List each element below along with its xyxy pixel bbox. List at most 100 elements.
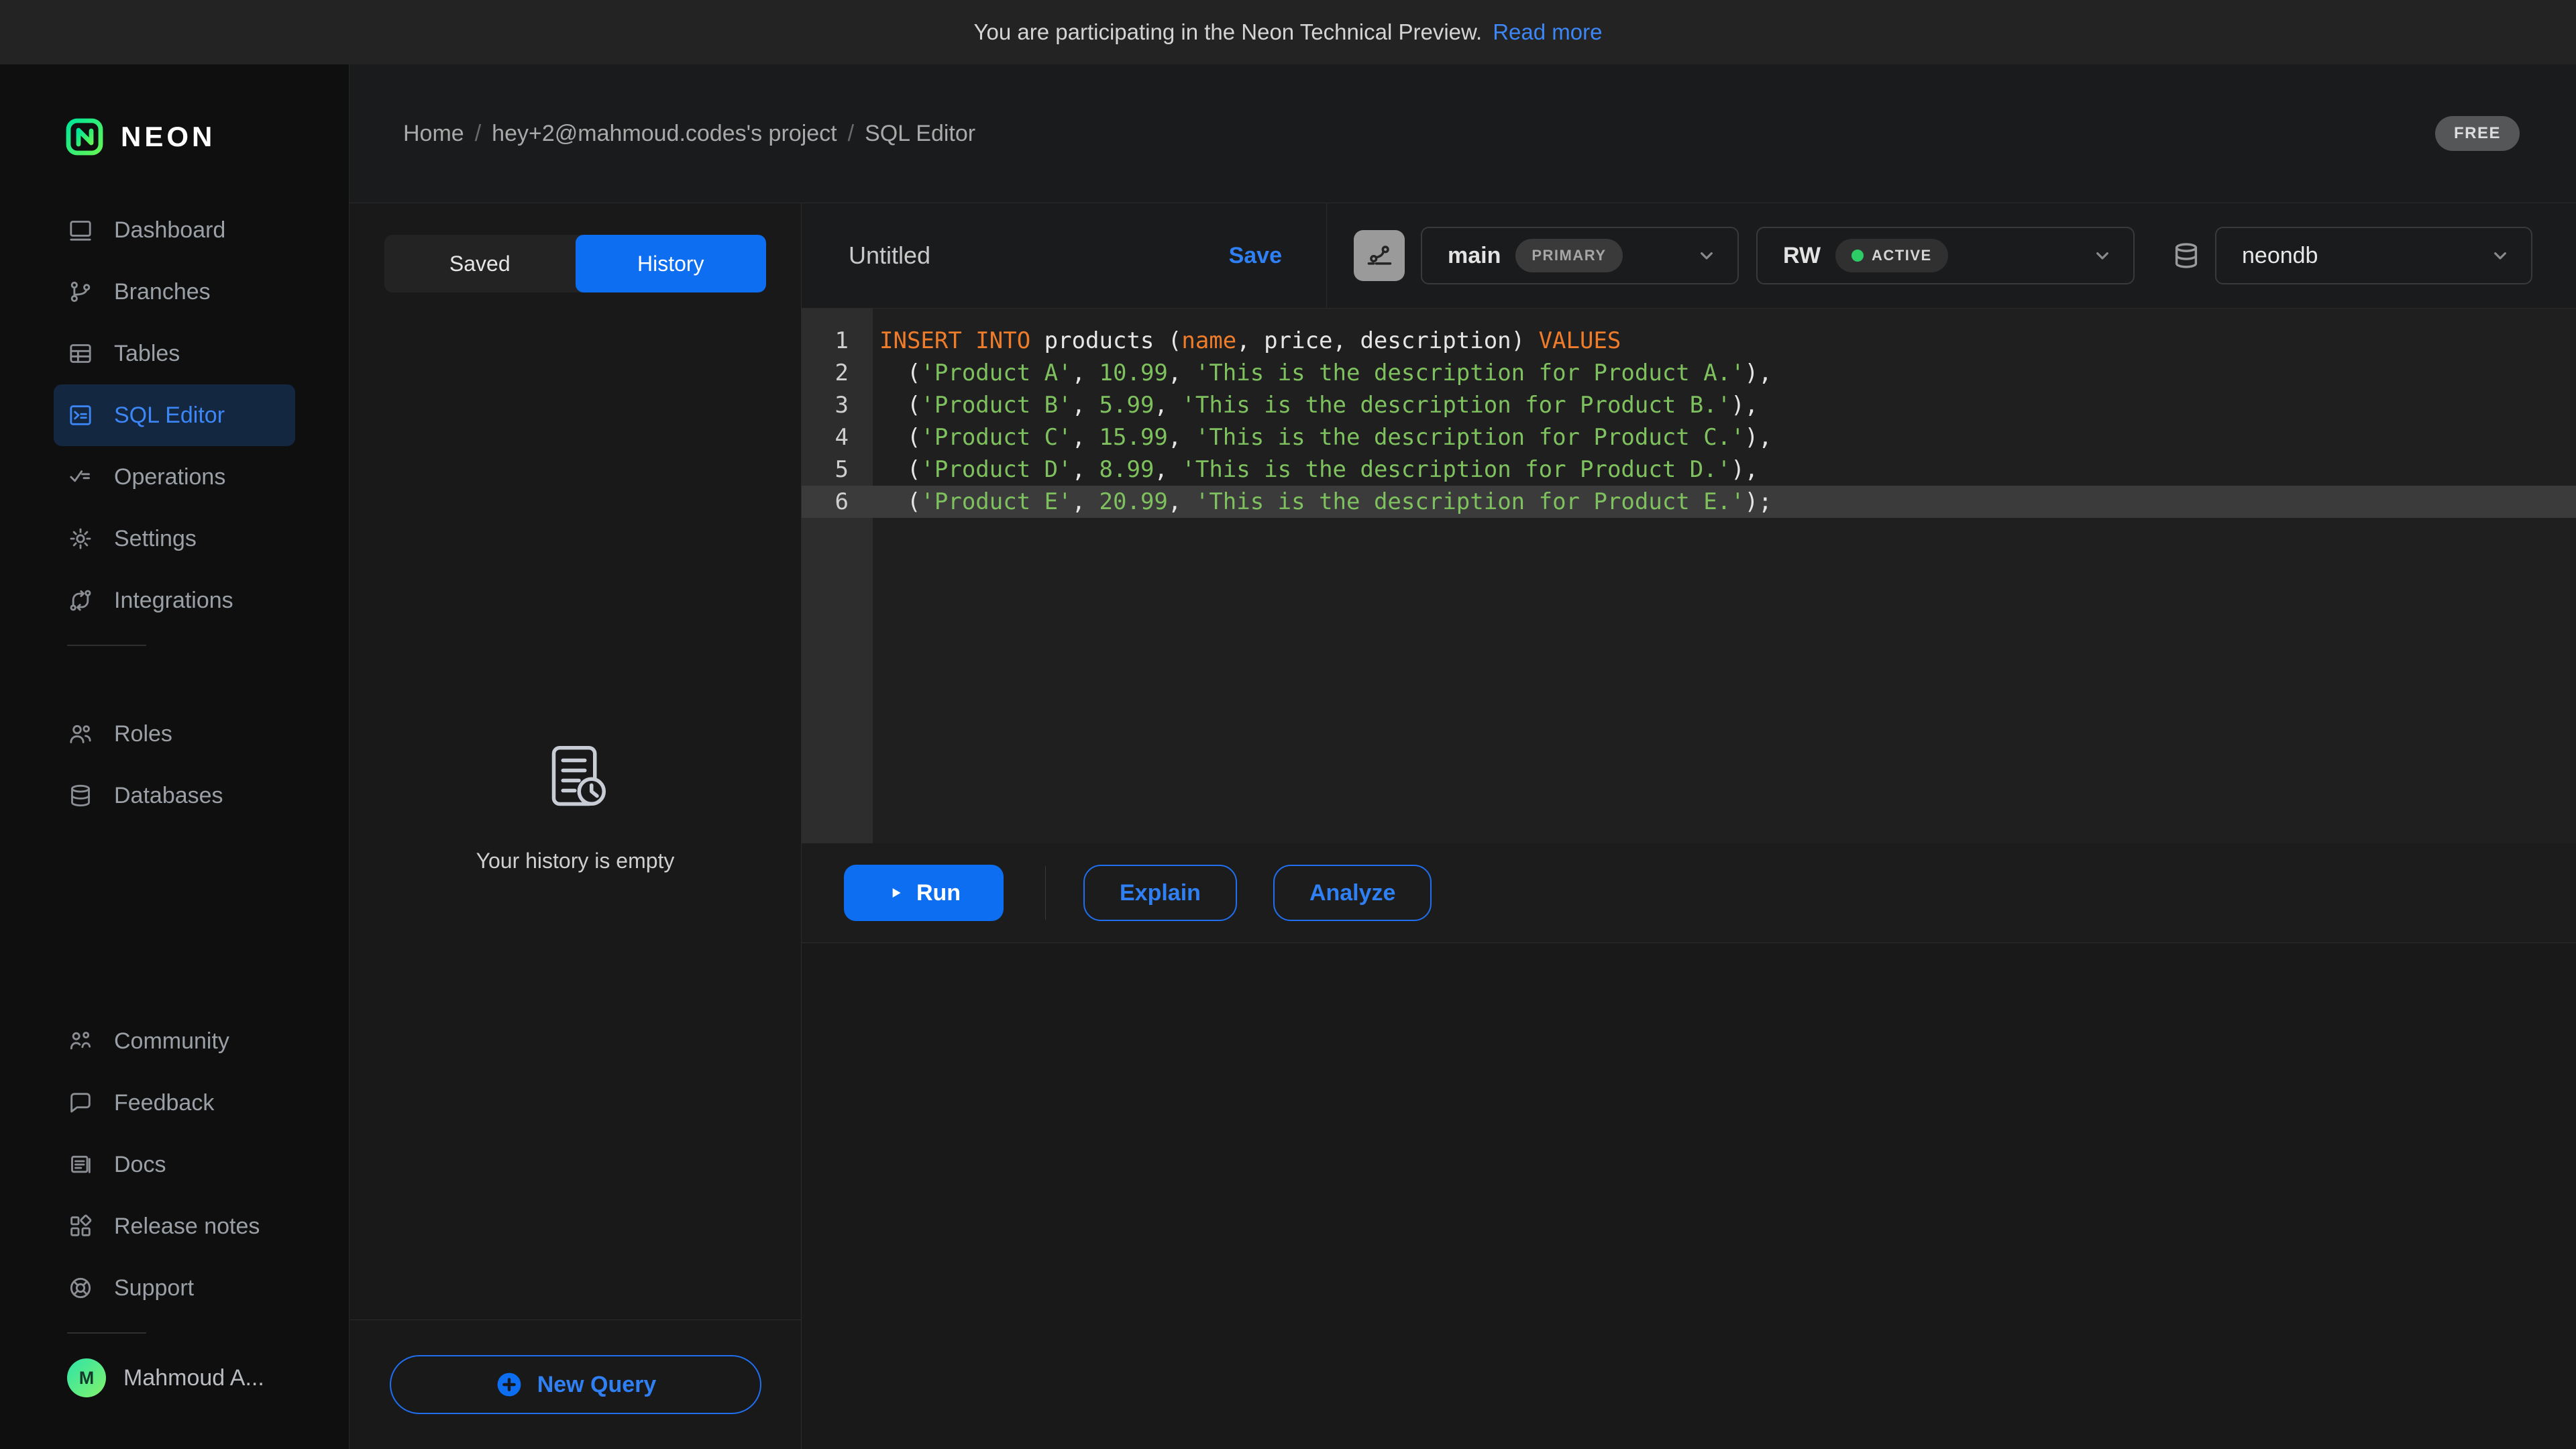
sidebar-item-integrations[interactable]: Integrations xyxy=(54,570,295,631)
sidebar-item-docs[interactable]: Docs xyxy=(54,1134,295,1195)
queries-panel: SavedHistory Your history is empty xyxy=(350,203,802,1449)
database-icon xyxy=(2171,240,2202,271)
tab-history[interactable]: History xyxy=(576,235,767,292)
chevron-down-icon xyxy=(2092,245,2113,266)
user-menu[interactable]: M Mahmoud A... xyxy=(54,1347,295,1409)
plan-badge: FREE xyxy=(2435,116,2520,151)
sidebar-item-settings[interactable]: Settings xyxy=(54,508,295,570)
sidebar-item-sql-editor[interactable]: SQL Editor xyxy=(54,384,295,446)
docs-icon xyxy=(67,1151,94,1178)
code-line-3: 3 ('Product B', 5.99, 'This is the descr… xyxy=(802,389,2576,421)
history-empty-state: Your history is empty xyxy=(350,292,801,1320)
neon-logo[interactable]: NEON xyxy=(66,118,349,156)
code-line-6: 6 ('Product E', 20.99, 'This is the desc… xyxy=(802,486,2576,518)
plus-circle-icon xyxy=(494,1370,524,1399)
settings-icon xyxy=(67,525,94,552)
code-editor[interactable]: 1INSERT INTO products (name, price, desc… xyxy=(802,309,2576,843)
analyze-button[interactable]: Analyze xyxy=(1273,865,1432,921)
line-number: 2 xyxy=(802,357,873,389)
sql-editor-panel: Untitled Save main PRIMARY xyxy=(802,203,2576,1449)
code-text: ('Product E', 20.99, 'This is the descri… xyxy=(873,486,1772,518)
chevron-down-icon xyxy=(2489,245,2511,266)
branch-graph-icon xyxy=(1364,241,1394,270)
breadcrumb: Home/hey+2@mahmoud.codes's project/SQL E… xyxy=(403,121,975,147)
query-title[interactable]: Untitled xyxy=(849,241,930,270)
sidebar-item-tables[interactable]: Tables xyxy=(54,323,295,384)
sidebar-item-support[interactable]: Support xyxy=(54,1257,295,1319)
sidebar-item-databases[interactable]: Databases xyxy=(54,765,295,826)
code-text: ('Product A', 10.99, 'This is the descri… xyxy=(873,357,1772,389)
chevron-down-icon xyxy=(1696,245,1717,266)
tab-saved[interactable]: Saved xyxy=(384,235,576,292)
sidebar-item-branches[interactable]: Branches xyxy=(54,261,295,323)
avatar: M xyxy=(67,1358,106,1397)
line-number: 4 xyxy=(802,421,873,453)
run-button[interactable]: Run xyxy=(844,865,1004,921)
sidebar-item-feedback[interactable]: Feedback xyxy=(54,1072,295,1134)
database-select[interactable]: neondb xyxy=(2215,227,2532,284)
line-number: 1 xyxy=(802,325,873,357)
sidebar-item-roles[interactable]: Roles xyxy=(54,703,295,765)
line-number: 6 xyxy=(802,486,873,518)
breadcrumb-sql-editor[interactable]: SQL Editor xyxy=(865,121,975,147)
history-empty-icon xyxy=(535,739,616,819)
code-text: INSERT INTO products (name, price, descr… xyxy=(873,325,1621,357)
code-line-1: 1INSERT INTO products (name, price, desc… xyxy=(802,325,2576,357)
active-badge: ACTIVE xyxy=(1835,239,1948,272)
branch-select[interactable]: main PRIMARY xyxy=(1421,227,1739,284)
editor-actions: Run Explain Analyze xyxy=(802,843,2576,943)
save-button[interactable]: Save xyxy=(1229,243,1282,269)
code-line-4: 4 ('Product C', 15.99, 'This is the desc… xyxy=(802,421,2576,453)
code-text: ('Product D', 8.99, 'This is the descrip… xyxy=(873,453,1758,486)
community-icon xyxy=(67,1028,94,1055)
sidebar-divider xyxy=(67,645,146,646)
play-icon xyxy=(887,884,904,902)
branch-graph-button[interactable] xyxy=(1354,230,1405,281)
new-query-button[interactable]: New Query xyxy=(390,1355,761,1414)
explain-button[interactable]: Explain xyxy=(1083,865,1237,921)
dashboard-icon xyxy=(67,217,94,244)
sidebar-item-community[interactable]: Community xyxy=(54,1010,295,1072)
sidebar-divider xyxy=(67,1332,146,1334)
breadcrumb-separator: / xyxy=(837,121,865,147)
roles-icon xyxy=(67,720,94,747)
line-number: 3 xyxy=(802,389,873,421)
code-line-5: 5 ('Product D', 8.99, 'This is the descr… xyxy=(802,453,2576,486)
sql-editor-icon xyxy=(67,402,94,429)
sidebar-item-release-notes[interactable]: Release notes xyxy=(54,1195,295,1257)
sidebar-nav-footer: CommunityFeedbackDocsRelease notesSuppor… xyxy=(0,1010,349,1319)
branches-icon xyxy=(67,278,94,305)
primary-badge: PRIMARY xyxy=(1515,239,1622,272)
results-area xyxy=(802,943,2576,1449)
sidebar: NEON DashboardBranchesTablesSQL EditorOp… xyxy=(0,64,350,1449)
code-line-2: 2 ('Product A', 10.99, 'This is the desc… xyxy=(802,357,2576,389)
user-name: Mahmoud A... xyxy=(123,1365,264,1391)
breadcrumb-hey-2-mahmoud-codes-s-project[interactable]: hey+2@mahmoud.codes's project xyxy=(492,121,837,147)
support-icon xyxy=(67,1275,94,1301)
sidebar-nav-main: DashboardBranchesTablesSQL EditorOperati… xyxy=(0,199,349,631)
integrations-icon xyxy=(67,587,94,614)
queries-panel-footer: New Query xyxy=(350,1320,801,1449)
databases-icon xyxy=(67,782,94,809)
sidebar-nav-secondary: RolesDatabases xyxy=(0,703,349,826)
sidebar-item-dashboard[interactable]: Dashboard xyxy=(54,199,295,261)
saved-history-tabs: SavedHistory xyxy=(384,235,766,292)
sidebar-item-operations[interactable]: Operations xyxy=(54,446,295,508)
feedback-icon xyxy=(67,1089,94,1116)
neon-wordmark: NEON xyxy=(121,121,215,153)
breadcrumb-separator: / xyxy=(464,121,492,147)
compute-name: RW xyxy=(1783,243,1821,269)
tables-icon xyxy=(67,340,94,367)
database-name: neondb xyxy=(2242,243,2318,269)
line-number: 5 xyxy=(802,453,873,486)
history-empty-message: Your history is empty xyxy=(476,849,675,873)
code-text: ('Product B', 5.99, 'This is the descrip… xyxy=(873,389,1758,421)
release-notes-icon xyxy=(67,1213,94,1240)
page-header: Home/hey+2@mahmoud.codes's project/SQL E… xyxy=(350,64,2576,203)
neon-logo-icon xyxy=(66,118,103,156)
breadcrumb-home[interactable]: Home xyxy=(403,121,464,147)
compute-select[interactable]: RW ACTIVE xyxy=(1756,227,2135,284)
code-text: ('Product C', 15.99, 'This is the descri… xyxy=(873,421,1772,453)
editor-toolbar: Untitled Save main PRIMARY xyxy=(802,203,2576,309)
read-more-link[interactable]: Read more xyxy=(1493,19,1602,45)
